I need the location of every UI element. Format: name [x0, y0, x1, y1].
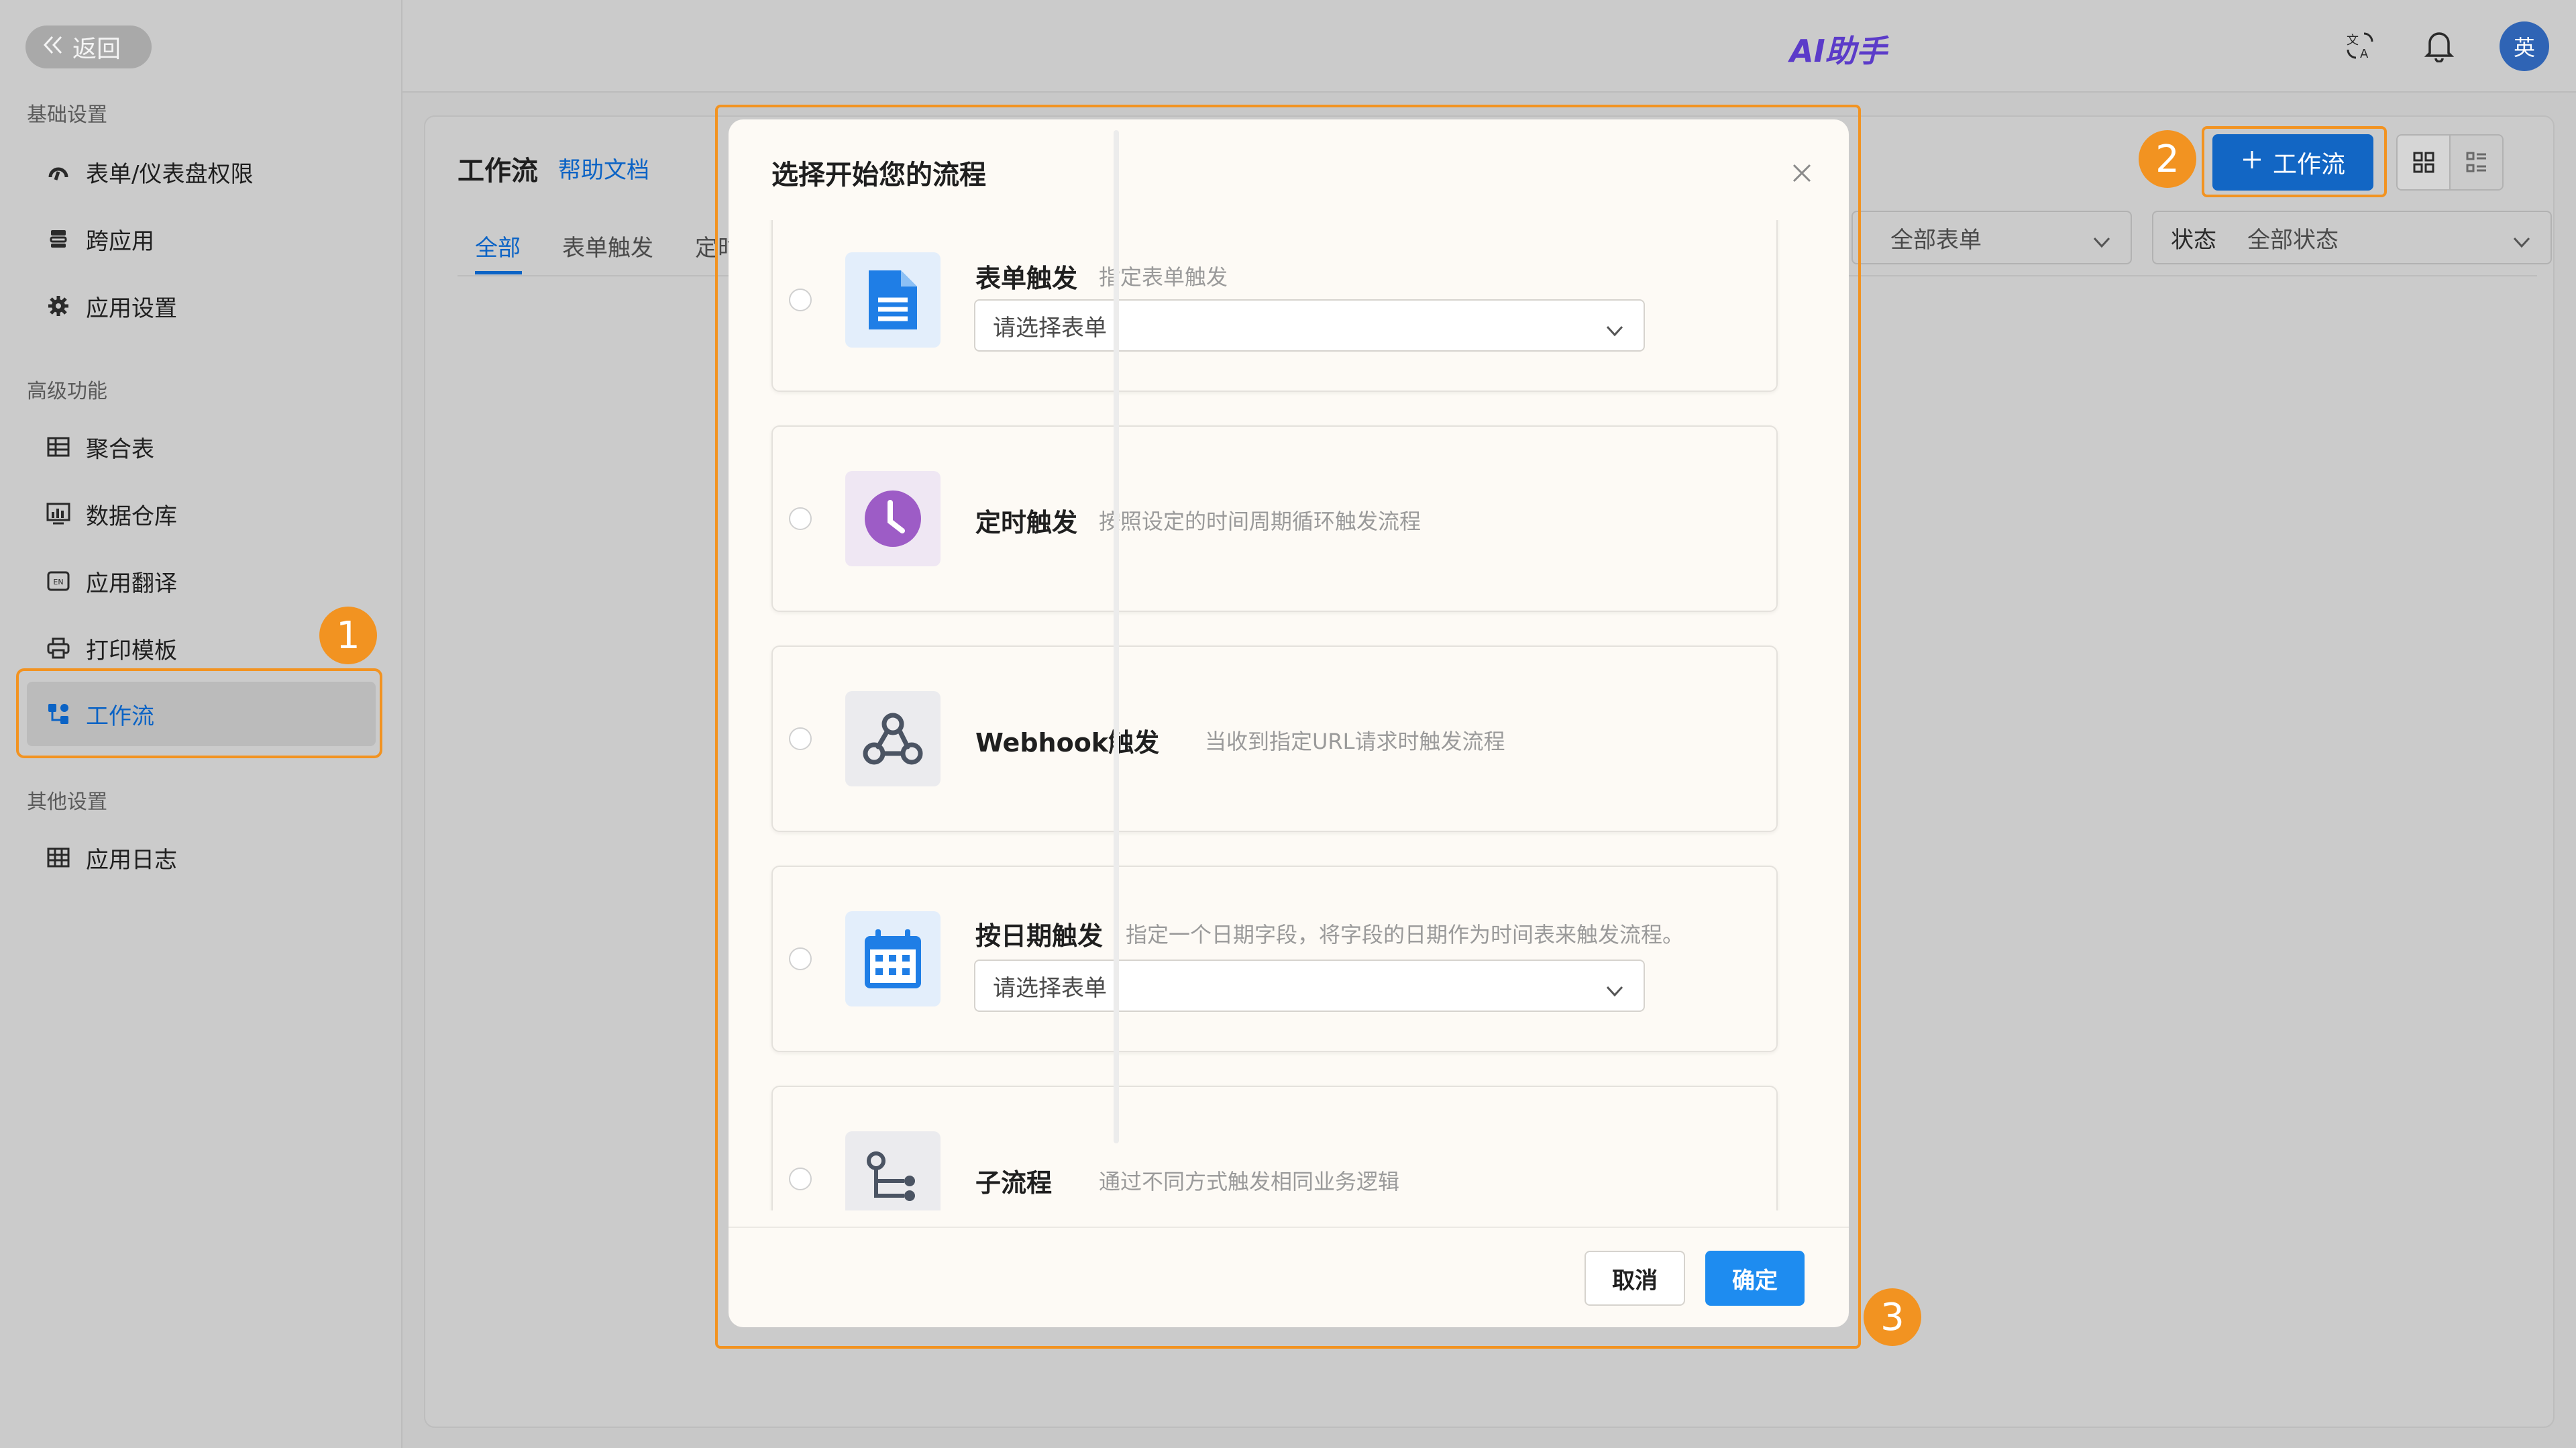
sidebar-item-label: 应用日志 [86, 846, 177, 874]
form-filter-value: 全部表单 [1890, 226, 1982, 254]
data-warehouse-icon [46, 501, 71, 527]
trigger-desc: 按照设定的时间周期循环触发流程 [1099, 509, 1421, 534]
chevron-down-icon [1605, 978, 1625, 1005]
translate-icon: EN [46, 568, 71, 594]
list-view-icon[interactable] [2451, 136, 2502, 189]
form-select[interactable]: 请选择表单 [974, 299, 1645, 352]
date-form-select-placeholder: 请选择表单 [993, 974, 1107, 1002]
chevron-down-icon [2512, 229, 2532, 256]
cross-app-icon [46, 226, 71, 252]
status-filter-value: 全部状态 [2247, 226, 2339, 254]
sidebar-item-label: 表单/仪表盘权限 [86, 160, 254, 188]
trigger-desc: 当收到指定URL请求时触发流程 [1205, 729, 1505, 754]
chevron-down-icon [2092, 229, 2112, 256]
annotation-badge-2: 2 [2139, 130, 2196, 188]
trigger-name: 定时触发 [975, 508, 1078, 537]
trigger-options-list: 表单触发 指定表单触发 请选择表单 定时触发 按照设定的时间周期循环触发流程 W… [729, 220, 1849, 1210]
page-title: 工作流 [458, 156, 538, 187]
sidebar-item-label: 聚合表 [86, 435, 154, 463]
section-basic-settings: 基础设置 [27, 103, 107, 127]
double-chevron-left-icon [42, 34, 64, 61]
sidebar-item-cross-app[interactable]: 跨应用 [27, 207, 376, 271]
clock-icon [845, 471, 941, 566]
cancel-button[interactable]: 取消 [1585, 1251, 1685, 1306]
calendar-icon [845, 911, 941, 1006]
status-filter-select[interactable]: 状态 全部状态 [2152, 211, 2552, 264]
top-bar [402, 0, 2576, 93]
sidebar-item-form-permissions[interactable]: 表单/仪表盘权限 [27, 140, 376, 204]
status-filter-label: 状态 [2171, 226, 2216, 254]
radio-date-trigger[interactable] [789, 947, 812, 970]
sidebar-item-aggregate-table[interactable]: 聚合表 [27, 415, 376, 479]
translate-switch-icon[interactable]: 文A [2340, 25, 2380, 66]
tab-form-trigger[interactable]: 表单触发 [562, 229, 653, 262]
sidebar-item-label: 应用翻译 [86, 570, 177, 597]
annotation-badge-3: 3 [1864, 1288, 1921, 1346]
permission-icon [46, 159, 71, 185]
highlight-box-add-workflow [2202, 126, 2387, 197]
active-tab-indicator [475, 271, 522, 274]
tab-all[interactable]: 全部 [475, 229, 521, 262]
sidebar-item-label: 跨应用 [86, 227, 154, 255]
view-toggle [2396, 134, 2504, 191]
sidebar-item-data-warehouse[interactable]: 数据仓库 [27, 482, 376, 546]
section-other-settings: 其他设置 [27, 790, 107, 814]
trigger-option-subflow[interactable]: 子流程 通过不同方式触发相同业务逻辑 [771, 1086, 1778, 1210]
sidebar-item-app-translation[interactable]: EN 应用翻译 [27, 549, 376, 613]
grid-view-icon[interactable] [2398, 136, 2451, 189]
radio-scheduled-trigger[interactable] [789, 507, 812, 530]
trigger-option-scheduled[interactable]: 定时触发 按照设定的时间周期循环触发流程 [771, 425, 1778, 612]
date-form-select[interactable]: 请选择表单 [974, 960, 1645, 1012]
annotation-badge-1: 1 [319, 607, 377, 664]
trigger-name: Webhook触发 [975, 728, 1160, 758]
printer-icon [46, 635, 71, 661]
select-flow-dialog: 选择开始您的流程 表单触发 指定表单触发 请选择表单 定时触发 按照设定的时间周… [729, 119, 1849, 1327]
gear-icon [46, 293, 71, 319]
trigger-desc: 指定一个日期字段，将字段的日期作为时间表来触发流程。 [1126, 922, 1684, 947]
svg-text:A: A [2360, 47, 2369, 61]
svg-text:文: 文 [2347, 34, 2359, 48]
trigger-option-webhook[interactable]: Webhook触发 当收到指定URL请求时触发流程 [771, 645, 1778, 832]
aggregate-table-icon [46, 434, 71, 460]
radio-webhook-trigger[interactable] [789, 727, 812, 750]
help-docs-link[interactable]: 帮助文档 [558, 152, 649, 185]
sidebar-item-label: 打印模板 [86, 637, 177, 664]
sidebar-item-app-settings[interactable]: 应用设置 [27, 274, 376, 338]
bell-icon[interactable] [2419, 25, 2459, 66]
highlight-box-workflow [16, 668, 382, 758]
dialog-footer-divider [729, 1227, 1849, 1228]
back-button[interactable]: 返回 [25, 25, 152, 68]
trigger-name: 子流程 [975, 1168, 1053, 1198]
dialog-scrollbar[interactable] [1114, 130, 1119, 1143]
subflow-icon [845, 1131, 941, 1210]
sidebar-item-label: 应用设置 [86, 295, 177, 322]
avatar[interactable]: 英 [2500, 21, 2549, 71]
back-label: 返回 [72, 36, 121, 63]
radio-form-trigger[interactable] [789, 289, 812, 311]
trigger-name: 按日期触发 [975, 921, 1104, 951]
dialog-title: 选择开始您的流程 [771, 160, 986, 191]
trigger-option-by-date[interactable]: 按日期触发 指定一个日期字段，将字段的日期作为时间表来触发流程。 请选择表单 [771, 866, 1778, 1052]
trigger-desc: 通过不同方式触发相同业务逻辑 [1099, 1169, 1400, 1194]
chevron-down-icon [1605, 318, 1625, 345]
webhook-icon [845, 691, 941, 786]
trigger-option-form[interactable]: 表单触发 指定表单触发 请选择表单 [771, 220, 1778, 392]
form-filter-select[interactable]: 全部表单 [1851, 211, 2132, 264]
log-icon [46, 845, 71, 870]
trigger-name: 表单触发 [975, 264, 1078, 293]
svg-text:EN: EN [53, 578, 63, 586]
form-document-icon [845, 252, 941, 348]
radio-subflow-trigger[interactable] [789, 1168, 812, 1190]
section-advanced-features: 高级功能 [27, 380, 107, 403]
form-select-placeholder: 请选择表单 [993, 314, 1107, 342]
ai-assistant-button[interactable]: AI助手 [1790, 27, 1887, 71]
confirm-button[interactable]: 确定 [1705, 1251, 1805, 1306]
sidebar-item-app-log[interactable]: 应用日志 [27, 825, 376, 890]
close-icon[interactable] [1788, 160, 1815, 187]
sidebar-item-label: 数据仓库 [86, 503, 177, 530]
